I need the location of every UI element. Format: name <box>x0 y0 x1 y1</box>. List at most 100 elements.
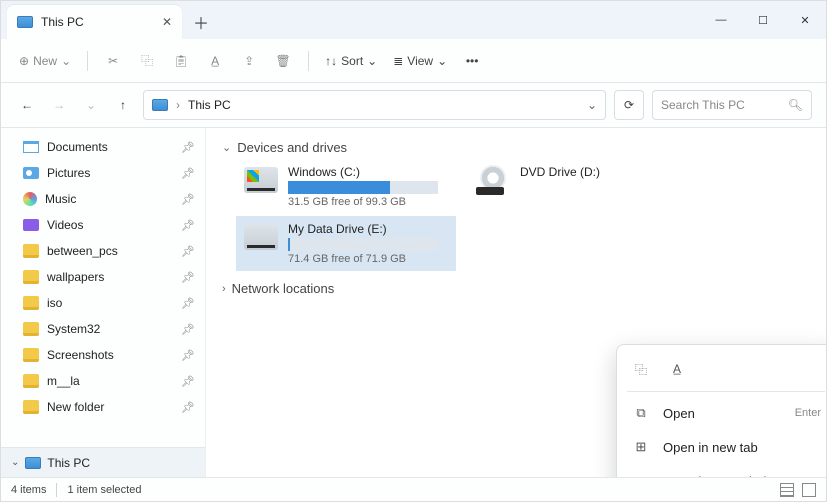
newwindow-icon: ↗ <box>631 471 651 477</box>
trash-icon: 🗑︎ <box>276 54 291 68</box>
ctx-open-new-window[interactable]: ↗ Open in new window <box>617 464 826 477</box>
view-button[interactable]: ≣ View ⌄ <box>387 46 453 76</box>
toolbar: ⊕ New ⌄ ✂ ⿻ 📋︎ A̲ ⇪ 🗑︎ ↑↓ Sort ⌄ ≣ View … <box>1 39 826 83</box>
copy-icon[interactable]: ⿻ <box>631 359 651 379</box>
pin-icon: 📌︎ <box>181 349 195 362</box>
documents-icon <box>23 141 39 153</box>
drive-icon <box>244 167 278 193</box>
chevron-down-icon: ⌄ <box>11 457 19 468</box>
folder-icon <box>23 348 39 362</box>
ctx-open[interactable]: ⧉OpenEnter <box>617 396 826 430</box>
drive-info: Windows (C:) 31.5 GB free of 99.3 GB <box>288 165 438 208</box>
context-quick-actions: ⿻ A̲ <box>617 351 826 387</box>
drive-icon <box>244 224 278 250</box>
pin-icon: 📌︎ <box>181 375 195 388</box>
sidebar-item-newfolder[interactable]: New folder📌︎ <box>1 394 205 420</box>
sidebar-item-music[interactable]: Music📌︎ <box>1 186 205 212</box>
sidebar-item-iso[interactable]: iso📌︎ <box>1 290 205 316</box>
pin-icon: 📌︎ <box>181 167 195 180</box>
back-button[interactable]: ← <box>15 93 39 117</box>
search-box[interactable]: Search This PC 🔍︎ <box>652 90 812 120</box>
rename-icon[interactable]: A̲ <box>667 359 687 379</box>
new-tab-button[interactable]: ＋ <box>186 7 216 37</box>
separator <box>87 51 88 71</box>
file-explorer-window: This PC ✕ ＋ — ☐ ✕ ⊕ New ⌄ ✂ ⿻ 📋︎ A̲ ⇪ 🗑︎… <box>0 0 827 502</box>
paste-button[interactable]: 📋︎ <box>166 46 196 76</box>
maximize-button[interactable]: ☐ <box>742 1 784 39</box>
folder-icon <box>23 270 39 284</box>
dvd-icon <box>476 165 510 195</box>
folder-icon <box>23 296 39 310</box>
search-placeholder: Search This PC <box>661 98 788 112</box>
section-devices[interactable]: ⌄ Devices and drives <box>222 140 810 155</box>
tab-title: This PC <box>41 15 84 29</box>
sidebar-item-wallpapers[interactable]: wallpapers📌︎ <box>1 264 205 290</box>
details-view-button[interactable] <box>780 483 794 497</box>
pin-icon: 📌︎ <box>181 219 195 232</box>
sidebar-this-pc[interactable]: ⌄ This PC <box>1 447 205 477</box>
sidebar-item-label: between_pcs <box>47 244 118 258</box>
view-label: View <box>407 54 433 68</box>
copy-button[interactable]: ⿻ <box>132 46 162 76</box>
pin-icon: 📌︎ <box>181 245 195 258</box>
sidebar-item-system32[interactable]: System32📌︎ <box>1 316 205 342</box>
more-button[interactable]: ••• <box>457 46 487 76</box>
body: Documents📌︎ Pictures📌︎ Music📌︎ Videos📌︎ … <box>1 127 826 477</box>
tab-this-pc[interactable]: This PC ✕ <box>7 5 182 39</box>
sidebar-item-mla[interactable]: m__la 📌︎ <box>1 368 205 394</box>
up-button[interactable]: ↑ <box>111 93 135 117</box>
tiles-view-button[interactable] <box>802 483 816 497</box>
this-pc-icon <box>17 16 33 28</box>
drive-free: 31.5 GB free of 99.3 GB <box>288 196 438 208</box>
new-label: New <box>33 54 57 68</box>
refresh-button[interactable]: ⟳ <box>614 90 644 120</box>
drive-c[interactable]: Windows (C:) 31.5 GB free of 99.3 GB <box>236 159 456 214</box>
folder-icon <box>23 374 39 388</box>
forward-button[interactable]: → <box>47 93 71 117</box>
sort-button[interactable]: ↑↓ Sort ⌄ <box>319 46 383 76</box>
usage-fill <box>288 238 290 251</box>
status-item-count: 4 items <box>11 484 46 496</box>
scissors-icon: ✂ <box>108 54 118 68</box>
cut-button[interactable]: ✂ <box>98 46 128 76</box>
sidebar-item-screenshots[interactable]: Screenshots📌︎ <box>1 342 205 368</box>
usage-fill <box>288 181 390 194</box>
sidebar-item-label: Music <box>45 192 76 206</box>
separator <box>627 391 825 392</box>
ctx-label: Open in new window <box>663 474 783 478</box>
delete-button[interactable]: 🗑︎ <box>268 46 298 76</box>
music-icon <box>23 192 37 206</box>
sidebar-item-documents[interactable]: Documents📌︎ <box>1 134 205 160</box>
section-network[interactable]: › Network locations <box>222 281 810 296</box>
address-bar[interactable]: › This PC ⌄ <box>143 90 606 120</box>
pin-icon: 📌︎ <box>181 141 195 154</box>
sidebar-item-between-pcs[interactable]: between_pcs 📌︎ <box>1 238 205 264</box>
paste-icon: 📋︎ <box>174 54 189 68</box>
minimize-button[interactable]: — <box>700 1 742 39</box>
drive-d[interactable]: DVD Drive (D:) <box>468 159 688 271</box>
section-label: Devices and drives <box>237 140 347 155</box>
pictures-icon <box>23 167 39 179</box>
ctx-open-new-tab[interactable]: ⊞ Open in new tab <box>617 430 826 464</box>
new-button[interactable]: ⊕ New ⌄ <box>13 46 77 76</box>
folder-icon <box>23 322 39 336</box>
recent-dropdown[interactable]: ⌄ <box>79 93 103 117</box>
rename-button[interactable]: A̲ <box>200 46 230 76</box>
videos-icon <box>23 219 39 231</box>
sidebar-item-label: m__la <box>47 374 80 388</box>
sidebar-item-label: Videos <box>47 218 83 232</box>
drive-info: DVD Drive (D:) <box>520 165 600 179</box>
drive-e[interactable]: My Data Drive (E:) 71.4 GB free of 71.9 … <box>236 216 456 271</box>
sidebar-item-videos[interactable]: Videos 📌︎ <box>1 212 205 238</box>
chevron-down-icon[interactable]: ⌄ <box>587 98 597 112</box>
usage-bar <box>288 238 438 251</box>
sidebar-item-label: iso <box>47 296 62 310</box>
sidebar-item-pictures[interactable]: Pictures📌︎ <box>1 160 205 186</box>
chevron-right-icon: › <box>222 283 226 295</box>
drive-name: Windows (C:) <box>288 165 438 179</box>
newtab-icon: ⊞ <box>631 437 651 457</box>
close-button[interactable]: ✕ <box>784 1 826 39</box>
share-button[interactable]: ⇪ <box>234 46 264 76</box>
close-tab-icon[interactable]: ✕ <box>162 15 172 29</box>
ctx-label: Open in new tab <box>663 440 758 455</box>
